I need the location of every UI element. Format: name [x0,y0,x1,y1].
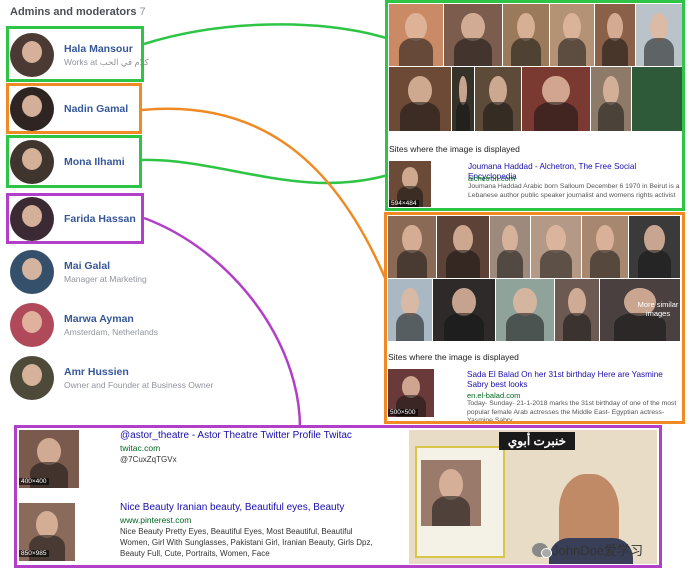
wechat-icon [532,542,552,558]
connector-farida [143,216,302,429]
watermark: JohnDoe爱学习 [532,540,643,559]
connector-hala [143,23,387,46]
watermark-text: JohnDoe爱学习 [552,543,644,558]
connector-mona [141,158,389,185]
connector-lines [141,23,389,429]
connector-nadin [141,107,387,279]
